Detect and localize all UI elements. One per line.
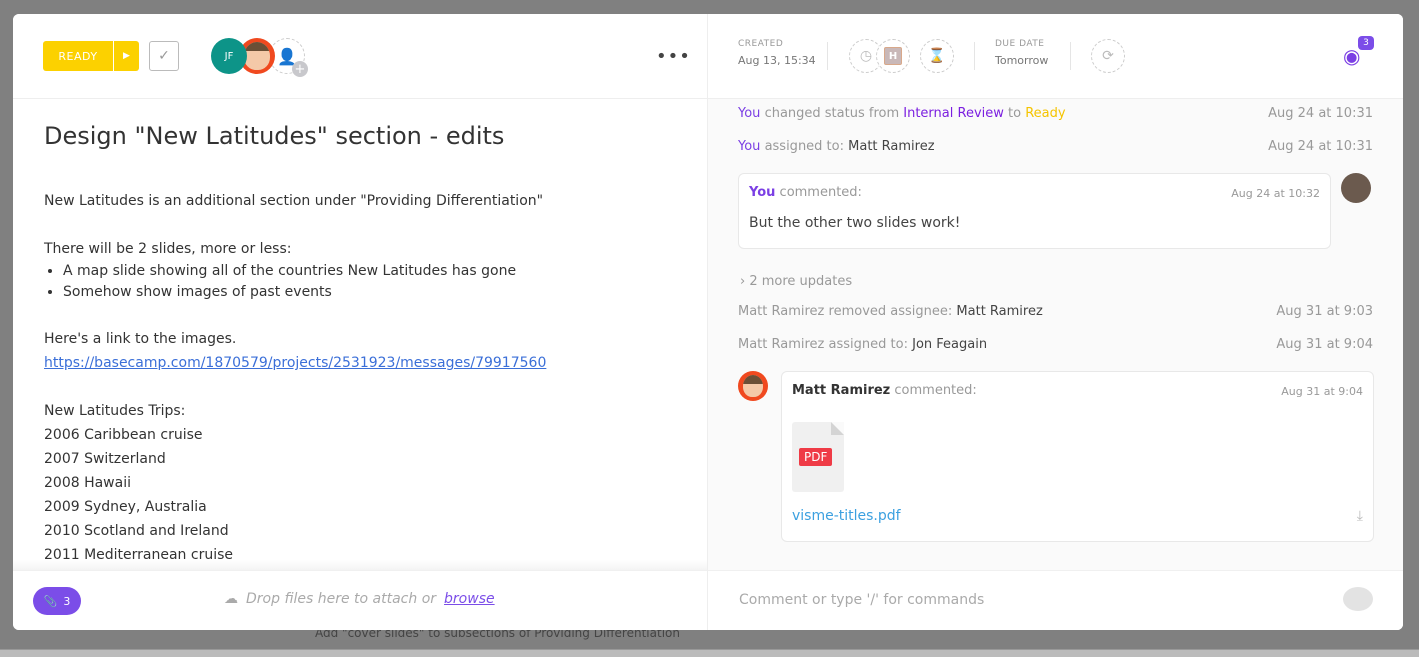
list-item: 2010 Scotland and Ireland [44,523,229,539]
recurring-icon[interactable]: ⟳ [1091,39,1125,73]
paperclip-icon: 📎 [43,594,58,608]
watchers-button[interactable]: ◉ 3 [1343,36,1374,68]
download-icon[interactable]: ⤓ [1357,508,1363,524]
attachments-bar: 📎 3 ☁ Drop files here to attach or browse [13,570,707,630]
list-item: 2009 Sydney, Australia [44,499,207,515]
comment-card: You commented: Aug 24 at 10:32 But the o… [738,173,1331,249]
task-meta-header: CREATED Aug 13, 15:34 ◷ H ⌛ DUE DATE Tom… [708,14,1403,99]
pdf-file-icon[interactable]: PDF [792,422,844,492]
list-item: A map slide showing all of the countries… [63,261,684,282]
chevron-right-icon: › [740,274,746,289]
activity-item: Matt Ramirez removed assignee: Matt Rami… [738,304,1373,319]
task-modal: READY ▶ ✓ JF 👤 + ••• Design "New Latitude… [13,14,1403,630]
avatar [1341,173,1371,203]
avatar [738,371,768,401]
bottom-toolbar [0,649,1419,657]
list-item: 2007 Switzerland [44,451,166,467]
attachments-button[interactable]: 📎 3 [33,587,81,615]
plus-icon: + [292,61,308,77]
list-item: Somehow show images of past events [63,282,684,303]
background-task-row: Add "cover slides" to subsections of Pro… [315,626,680,640]
attachment-link[interactable]: visme-titles.pdf [792,508,901,524]
activity-item: Matt Ramirez assigned to: Jon Feagain Au… [738,337,1373,352]
activity-item: You assigned to: Matt Ramirez Aug 24 at … [738,139,1373,154]
list-item: 2006 Caribbean cruise [44,427,203,443]
comment-bar: Comment or type '/' for commands [708,570,1403,630]
task-header: READY ▶ ✓ JF 👤 + ••• [13,14,707,99]
basecamp-link[interactable]: https://basecamp.com/1870579/projects/25… [44,355,546,371]
hourglass-icon[interactable]: ⌛ [920,39,954,73]
comment-card: Matt Ramirez commented: Aug 31 at 9:04 P… [781,371,1374,542]
list-item: 2011 Mediterranean cruise [44,547,234,563]
task-description[interactable]: New Latitudes is an additional section u… [44,189,684,567]
list-item: 2008 Hawaii [44,475,131,491]
comment-bubble-icon[interactable] [1343,587,1373,611]
task-title[interactable]: Design "New Latitudes" section - edits [44,122,504,150]
activity-pane: CREATED Aug 13, 15:34 ◷ H ⌛ DUE DATE Tom… [707,14,1403,630]
priority-button[interactable]: H [876,39,910,73]
status-button[interactable]: READY ▶ [43,41,139,71]
cloud-upload-icon: ☁ [224,591,238,607]
activity-item: You changed status from Internal Review … [738,106,1373,121]
next-status-icon[interactable]: ▶ [113,41,139,71]
avatar[interactable]: JF [211,38,247,74]
due-date-button[interactable]: DUE DATE Tomorrow [995,39,1048,67]
browse-link[interactable]: browse [444,591,495,607]
created-info: CREATED Aug 13, 15:34 [738,39,816,67]
more-options-icon[interactable]: ••• [656,46,691,67]
complete-checkbox[interactable]: ✓ [149,41,179,71]
comment-input[interactable]: Comment or type '/' for commands [739,592,984,608]
more-updates-toggle[interactable]: › 2 more updates [740,274,852,289]
task-details-pane: READY ▶ ✓ JF 👤 + ••• Design "New Latitude… [13,14,707,630]
drop-zone[interactable]: ☁ Drop files here to attach or browse [224,591,495,607]
